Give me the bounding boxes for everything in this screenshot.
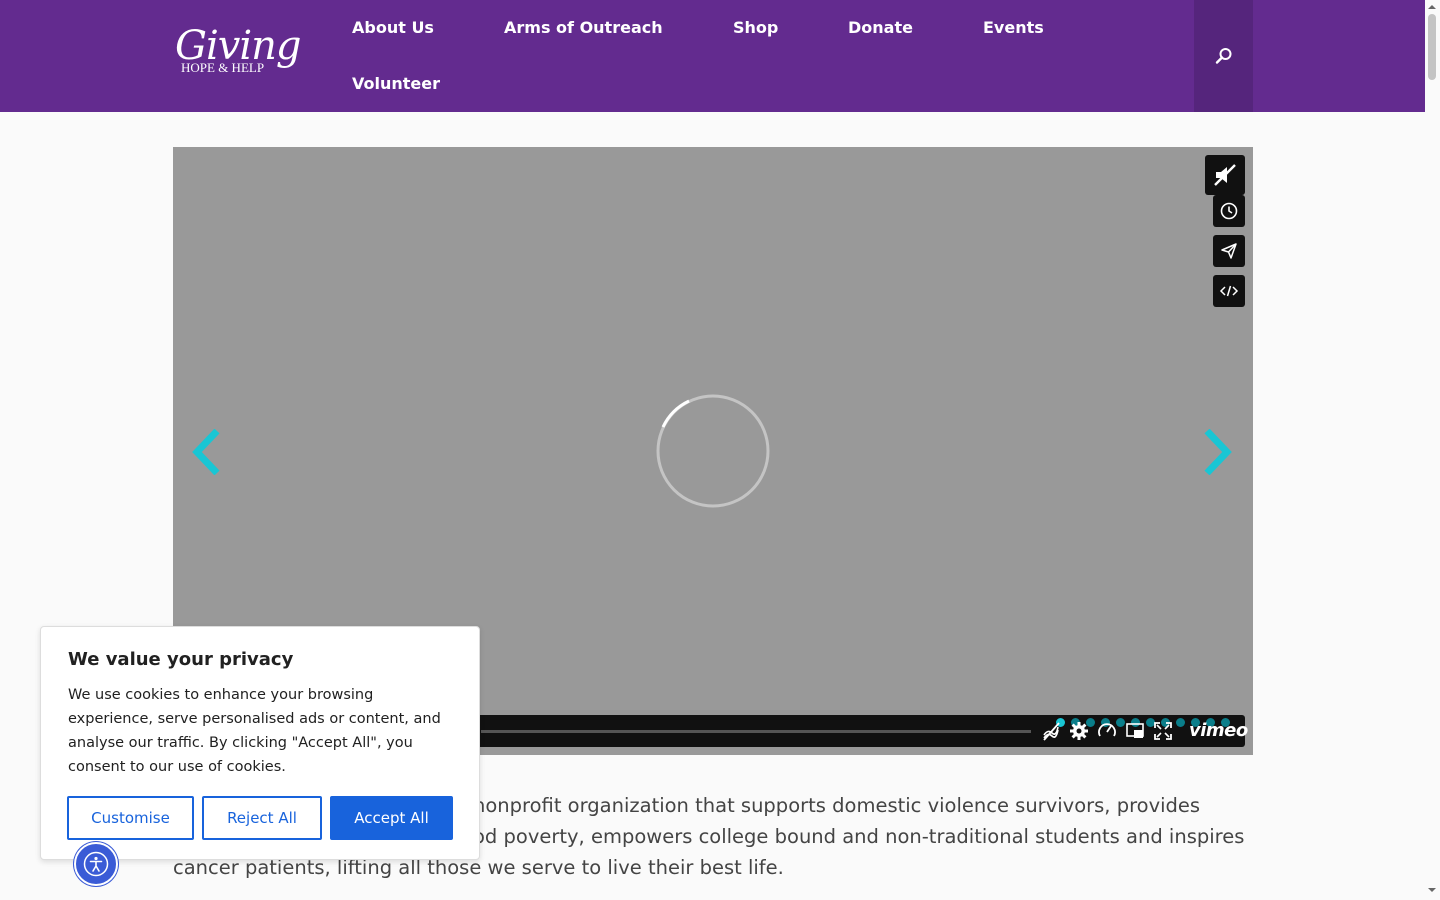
picture-in-picture-icon[interactable]	[1125, 721, 1145, 741]
search-icon	[1215, 48, 1231, 64]
nav-about-us[interactable]: About Us	[352, 0, 434, 56]
page-scrollbar[interactable]	[1425, 0, 1440, 900]
embed-code-icon	[1219, 285, 1239, 297]
share-button[interactable]	[1213, 235, 1245, 267]
slider-dot[interactable]	[1176, 718, 1185, 727]
no-audio-icon[interactable]	[1041, 721, 1061, 741]
slider-dot[interactable]	[1116, 718, 1125, 727]
accessibility-icon	[83, 851, 109, 877]
reject-all-button[interactable]: Reject All	[202, 796, 322, 840]
scroll-thumb[interactable]	[1428, 14, 1436, 80]
site-header: Giving HOPE & HELP About Us Arms of Outr…	[0, 0, 1425, 112]
muted-speaker-icon	[1214, 164, 1236, 186]
cookie-consent-banner: We value your privacy We use cookies to …	[40, 626, 480, 860]
clock-icon	[1220, 202, 1238, 220]
search-button[interactable]	[1194, 0, 1253, 112]
logo-sub-text: HOPE & HELP	[181, 60, 265, 75]
slider-next-arrow-icon[interactable]	[1199, 429, 1235, 475]
fullscreen-icon[interactable]	[1153, 721, 1173, 741]
speed-gauge-icon[interactable]	[1097, 721, 1117, 741]
cookie-description: We use cookies to enhance your browsing …	[68, 687, 441, 775]
loading-spinner-icon	[656, 394, 770, 508]
accessibility-button[interactable]	[74, 842, 118, 886]
customise-button[interactable]: Customise	[67, 796, 194, 840]
scroll-up-arrow-icon[interactable]	[1428, 3, 1436, 11]
nav-shop[interactable]: Shop	[733, 0, 778, 56]
nav-arms-of-outreach[interactable]: Arms of Outreach	[504, 0, 663, 56]
vimeo-logo[interactable]: vimeo	[1189, 719, 1248, 743]
nav-volunteer[interactable]: Volunteer	[352, 56, 440, 112]
video-progress-bar[interactable]	[481, 730, 1031, 733]
watch-later-button[interactable]	[1213, 195, 1245, 227]
main-nav: About Us Arms of Outreach Shop Donate Ev…	[352, 0, 1172, 112]
gear-icon[interactable]	[1069, 721, 1089, 741]
scroll-down-arrow-icon[interactable]	[1428, 886, 1436, 894]
mute-button[interactable]	[1205, 155, 1245, 195]
nav-donate[interactable]: Donate	[848, 0, 913, 56]
cookie-title: We value your privacy	[68, 649, 294, 670]
send-icon	[1221, 243, 1237, 259]
nav-events[interactable]: Events	[983, 0, 1044, 56]
embed-button[interactable]	[1213, 275, 1245, 307]
accept-all-button[interactable]: Accept All	[330, 796, 453, 840]
slider-prev-arrow-icon[interactable]	[189, 429, 225, 475]
site-logo[interactable]: Giving HOPE & HELP	[175, 24, 303, 80]
